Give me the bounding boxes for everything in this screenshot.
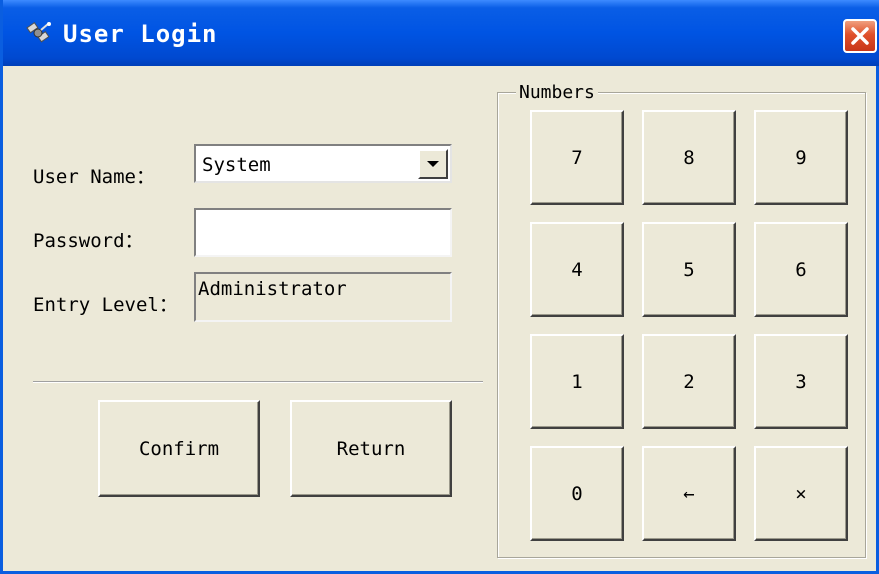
login-window: User Login User Name： System Password： E… [0,0,879,574]
key-8[interactable]: 8 [642,110,736,205]
separator [33,381,483,383]
entry-level-field: Administrator [194,272,452,322]
username-select[interactable]: System [194,144,452,183]
username-label: User Name： [33,166,155,188]
key-3[interactable]: 3 [754,334,848,429]
chevron-down-icon [427,161,439,167]
key-2[interactable]: 2 [642,334,736,429]
key-5[interactable]: 5 [642,222,736,317]
password-label: Password： [33,230,144,252]
clear-key[interactable]: × [754,446,848,541]
title-bar[interactable]: User Login [3,0,879,66]
confirm-button[interactable]: Confirm [98,400,260,497]
numbers-legend: Numbers [516,82,598,103]
dropdown-button[interactable] [418,149,448,179]
key-0[interactable]: 0 [530,446,624,541]
close-button[interactable] [843,19,877,53]
entry-level-label: Entry Level： [33,294,178,316]
close-icon [851,27,869,45]
key-6[interactable]: 6 [754,222,848,317]
window-title: User Login [63,20,218,48]
key-1[interactable]: 1 [530,334,624,429]
username-value: System [202,154,271,176]
password-field[interactable] [194,208,452,257]
return-button[interactable]: Return [290,400,452,497]
key-7[interactable]: 7 [530,110,624,205]
key-9[interactable]: 9 [754,110,848,205]
key-4[interactable]: 4 [530,222,624,317]
satellite-icon [25,20,55,50]
backspace-key[interactable]: ← [642,446,736,541]
